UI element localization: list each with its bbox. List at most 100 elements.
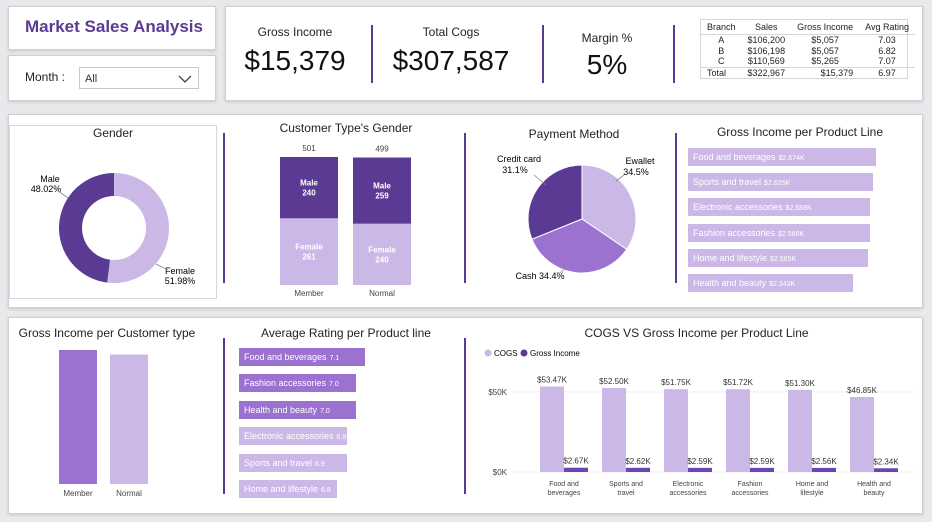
product-bar[interactable]: Sports and travel $2.625K	[688, 173, 873, 192]
bar-category-label: Home and lifestyle	[244, 484, 319, 494]
category-label: accessories	[670, 490, 707, 497]
table-header-cell: Avg Rating	[865, 21, 909, 32]
total-cogs-label: Total Cogs	[422, 25, 480, 39]
bar-category-label: Health and beauty	[693, 278, 767, 288]
product-bar[interactable]: Health and beauty $2.343K	[688, 274, 853, 292]
bar-total-label: 499	[375, 145, 389, 154]
bar-category-label: Electronic accessories	[244, 431, 334, 442]
table-cell: 6.82	[878, 45, 896, 56]
margin-label: Margin %	[581, 31, 633, 45]
category-label: Fashion	[738, 481, 763, 488]
section-divider	[464, 133, 466, 283]
product-bar[interactable]: Home and lifestyle 6.8	[239, 480, 338, 498]
customer-type-bar[interactable]	[110, 354, 148, 484]
cogs-bar[interactable]	[602, 388, 626, 472]
y-tick-label: $0K	[493, 468, 508, 477]
gross-income-bar[interactable]	[812, 467, 836, 472]
kpi-panel: Gross Income $15,379 Total Cogs $307,587…	[225, 6, 923, 101]
slice-label: Male	[40, 174, 60, 184]
bar-value-label: 7.0	[320, 407, 330, 415]
bar-value-label: $2.588K	[785, 205, 812, 213]
cogs-bar[interactable]	[788, 389, 812, 472]
gross-income-bar[interactable]	[874, 468, 898, 472]
rating-product-title: Average Rating per Product line	[261, 326, 431, 340]
category-label: travel	[617, 490, 635, 497]
bar-category-label: Electronic accessories	[693, 202, 783, 213]
legend-swatch-gross-income	[520, 349, 528, 357]
gross-income-bar[interactable]	[688, 467, 712, 472]
branch-table-header: Branch Sales Gross Income Avg Rating	[701, 20, 915, 34]
product-bar[interactable]: Sports and travel 6.9	[239, 453, 347, 472]
kpi-divider	[542, 25, 544, 83]
customer-gender-title: Customer Type's Gender	[279, 121, 413, 135]
cogs-value-label: $53.47K	[537, 375, 567, 384]
legend-swatch-cogs	[484, 349, 492, 357]
customer-gender-stacked-chart: 501Male240Female261Member499Male259Femal…	[280, 144, 411, 298]
slice-label: Credit card	[497, 154, 541, 164]
month-filter-panel: Month : All	[8, 55, 216, 101]
cogs-vs-income-title: COGS VS Gross Income per Product Line	[584, 326, 809, 340]
category-label: Member	[63, 489, 93, 498]
product-bar[interactable]: Health and beauty 7.0	[239, 400, 356, 419]
slice-value: 48.02%	[31, 184, 62, 194]
donut-slice-female[interactable]	[107, 173, 170, 283]
donut-slice-male[interactable]	[59, 173, 114, 283]
month-filter-label: Month :	[25, 70, 66, 84]
gross-income-bar[interactable]	[564, 467, 588, 472]
table-total-row: Total $322,967 $15,379 6.97	[701, 67, 915, 78]
product-bar[interactable]: Food and beverages 7.1	[239, 348, 365, 366]
gross-income-value-label: $2.59K	[749, 457, 775, 466]
table-cell: 6.97	[878, 67, 896, 78]
customer-type-bar[interactable]	[59, 350, 97, 484]
gender-donut-chart: Male48.02% Female51.98%	[31, 173, 196, 286]
month-dropdown[interactable]: All	[79, 67, 199, 89]
branch-table-wrapper: Branch Sales Gross Income Avg Rating A $…	[700, 19, 915, 79]
section-divider	[223, 133, 225, 283]
product-bar[interactable]: Fashion accessories 7.0	[239, 374, 356, 393]
table-row: A $106,200 $5,057 7.03	[701, 34, 915, 45]
page-title: Market Sales Analysis	[25, 17, 203, 36]
cogs-bar[interactable]	[540, 386, 564, 472]
product-bar[interactable]: Home and lifestyle $2.565K	[688, 248, 869, 267]
segment-value: 240	[375, 255, 389, 264]
legend-label: COGS	[494, 349, 518, 358]
segment-name: Male	[300, 179, 318, 188]
section-divider	[675, 133, 677, 283]
segment-name: Male	[373, 182, 391, 191]
product-bar[interactable]: Electronic accessories $2.588K	[688, 198, 870, 217]
bottom-charts-panel: Gross Income per Customer type Member Nor…	[8, 317, 923, 514]
category-label: Home and	[796, 481, 828, 488]
chevron-down-icon	[178, 75, 192, 83]
table-cell: $110,569	[747, 56, 785, 67]
product-bar[interactable]: Electronic accessories 6.9	[239, 427, 347, 446]
table-cell: C	[718, 56, 725, 67]
table-cell: $5,265	[811, 56, 839, 67]
payment-method-title: Payment Method	[528, 127, 620, 141]
product-bar[interactable]: Fashion accessories $2.586K	[688, 223, 870, 242]
product-bar[interactable]: Food and beverages $2.674K	[688, 148, 876, 166]
gross-income-bar[interactable]	[750, 467, 774, 472]
segment-value: 259	[375, 192, 389, 201]
category-label: Electronic	[673, 481, 704, 488]
gross-income-bar[interactable]	[626, 467, 650, 472]
bar-category-label: Food and beverages	[244, 352, 327, 362]
slice-value: 31.1%	[502, 165, 528, 175]
table-cell: $106,198	[747, 45, 786, 56]
bar-value-label: 7.0	[329, 381, 339, 389]
slice-label: Ewallet	[625, 156, 655, 166]
gender-chart-card: Gender Male 48.02% Female 51.98%	[9, 125, 217, 299]
category-label: beauty	[863, 490, 885, 497]
table-cell: $5,057	[811, 45, 839, 56]
slice-value: 51.98%	[165, 276, 196, 286]
cogs-bar[interactable]	[726, 389, 750, 472]
gross-income-value-label: $2.56K	[811, 457, 837, 466]
cogs-value-label: $46.85K	[847, 386, 877, 395]
bar-value-label: $2.586K	[778, 230, 805, 238]
bar-category-label: Fashion accessories	[693, 227, 776, 238]
category-label: Food and	[549, 481, 579, 488]
gross-income-value-label: $2.59K	[687, 457, 713, 466]
cogs-bar[interactable]	[850, 397, 874, 472]
cogs-bar[interactable]	[664, 389, 688, 472]
bar-value-label: 6.9	[315, 460, 325, 468]
table-row: B $106,198 $5,057 6.82	[701, 45, 915, 56]
